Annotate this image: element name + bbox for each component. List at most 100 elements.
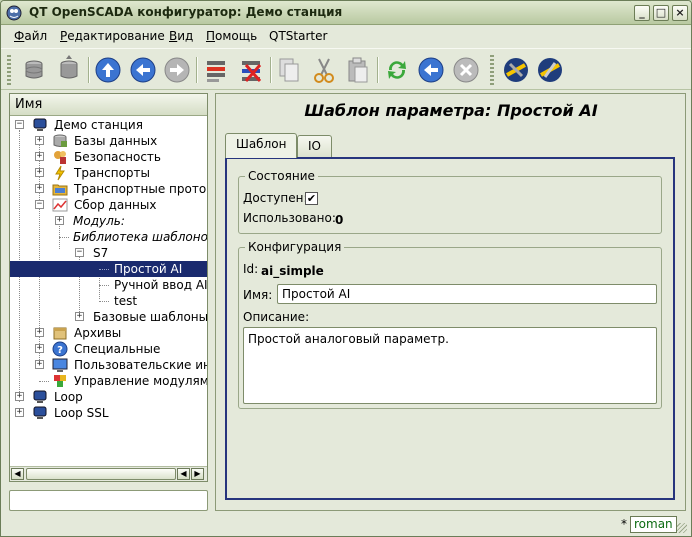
copy-icon[interactable] xyxy=(274,55,304,85)
qtcfg-icon[interactable] xyxy=(501,55,531,85)
add-item-icon[interactable] xyxy=(201,55,231,85)
tree-item-module-management[interactable]: Управление модулями xyxy=(10,373,207,389)
main-window: QT OpenSCADA конфигуратор: Демо станция … xyxy=(0,0,692,537)
current-user[interactable]: roman xyxy=(630,516,677,533)
tree-item-label: Пользовательские инт xyxy=(74,358,207,372)
tree-horizontal-scrollbar[interactable]: ◀ ◀ ▶ xyxy=(10,466,207,481)
scroll-left-icon[interactable]: ◀ xyxy=(11,468,24,480)
db-save-icon[interactable] xyxy=(54,55,84,85)
maximize-button[interactable]: □ xyxy=(653,5,669,21)
expand-toggle[interactable]: + xyxy=(35,184,44,193)
tree-item-security[interactable]: + Безопасность xyxy=(10,149,207,165)
scroll-thumb[interactable] xyxy=(26,468,176,480)
scroll-right-icon[interactable]: ▶ xyxy=(191,468,204,480)
tree-item-databases[interactable]: + Базы данных xyxy=(10,133,207,149)
used-value: 0 xyxy=(335,213,344,227)
expand-toggle[interactable]: + xyxy=(55,216,64,225)
tree-item-loop[interactable]: + Loop xyxy=(10,389,207,405)
expand-toggle[interactable]: + xyxy=(35,168,44,177)
forward-icon[interactable] xyxy=(162,55,192,85)
refresh-icon[interactable] xyxy=(382,55,412,85)
menu-file[interactable]: Файл xyxy=(14,29,47,43)
start-icon[interactable] xyxy=(416,55,446,85)
tree-item-label: Базы данных xyxy=(74,134,158,148)
back-icon[interactable] xyxy=(128,55,158,85)
state-groupbox: Состояние Доступен: ✔ Использовано: 0 xyxy=(238,169,662,234)
cut-icon[interactable] xyxy=(309,55,339,85)
tree-item-archives[interactable]: + Архивы xyxy=(10,325,207,341)
db-load-icon[interactable] xyxy=(19,55,49,85)
tree-item-template-library[interactable]: Библиотека шаблонов xyxy=(10,229,207,245)
menu-view-label: ид xyxy=(177,29,194,43)
expand-toggle[interactable]: + xyxy=(35,344,44,353)
name-input[interactable]: Простой AI xyxy=(277,284,657,304)
tree-item-label: test xyxy=(114,294,138,308)
openscada-app-icon xyxy=(6,5,22,21)
collapse-toggle[interactable]: − xyxy=(75,248,84,257)
uiprop-icon[interactable] xyxy=(535,55,565,85)
up-icon[interactable] xyxy=(93,55,123,85)
tree-item-loop-ssl[interactable]: + Loop SSL xyxy=(10,405,207,421)
description-textarea[interactable]: Простой аналоговый параметр. xyxy=(243,327,657,404)
enabled-checkbox[interactable]: ✔ xyxy=(305,192,318,205)
resize-grip-icon[interactable] xyxy=(677,523,687,533)
svg-text:?: ? xyxy=(57,345,63,356)
tree-item-simple-ai[interactable]: Простой AI xyxy=(10,261,207,277)
tree-item-label: Библиотека шаблонов xyxy=(73,230,207,244)
tree-item-test[interactable]: test xyxy=(10,293,207,309)
tree-item-user-interfaces[interactable]: + Пользовательские инт xyxy=(10,357,207,373)
database-icon xyxy=(53,134,67,147)
security-icon xyxy=(54,151,66,164)
tab-io[interactable]: IO xyxy=(297,135,332,157)
tree-item-transports[interactable]: + Транспорты xyxy=(10,165,207,181)
title-bar[interactable]: QT OpenSCADA конфигуратор: Демо станция … xyxy=(1,1,691,25)
monitor-icon xyxy=(52,358,68,372)
tree-item-demo-station[interactable]: − Демо станция xyxy=(10,117,207,133)
scroll-left-icon[interactable]: ◀ xyxy=(177,468,190,480)
navigation-tree[interactable]: − Демо станция + Базы данных + Безопасно… xyxy=(10,117,207,462)
expand-toggle[interactable]: + xyxy=(35,328,44,337)
collapse-toggle[interactable]: − xyxy=(15,120,24,129)
help-icon: ? xyxy=(52,341,68,357)
tab-template-content: Состояние Доступен: ✔ Использовано: 0 Ко… xyxy=(225,157,675,500)
tree-guide-line xyxy=(99,301,109,302)
tree-guide-line xyxy=(99,285,109,286)
tree-item-data-acquisition[interactable]: − Сбор данных xyxy=(10,197,207,213)
tree-guide-line xyxy=(39,381,49,382)
tab-template[interactable]: Шаблон xyxy=(225,133,298,158)
expand-toggle[interactable]: + xyxy=(75,312,84,321)
config-groupbox: Конфигурация Id: ai_simple Имя: Простой … xyxy=(238,240,662,409)
tree-item-module[interactable]: + Модуль: xyxy=(10,213,207,229)
tree-guide-line xyxy=(99,269,109,270)
tree-item-transport-protocols[interactable]: + Транспортные протоко xyxy=(10,181,207,197)
menu-view[interactable]: Вид xyxy=(169,29,193,43)
paste-icon[interactable] xyxy=(343,55,373,85)
expand-toggle[interactable]: + xyxy=(15,392,24,401)
close-button[interactable]: × xyxy=(672,5,688,21)
toolbar-separator xyxy=(88,57,90,83)
tree-filter-input[interactable] xyxy=(9,490,208,511)
tree-column-header[interactable]: Имя xyxy=(10,94,207,116)
menu-help-label: омощь xyxy=(215,29,258,43)
toolbar-grip[interactable] xyxy=(7,55,11,85)
tree-guide-line xyxy=(59,237,69,238)
tree-item-base-templates[interactable]: + Базовые шаблоны xyxy=(10,309,207,325)
computer-icon xyxy=(33,406,47,419)
menu-qtstarter[interactable]: QTStarter xyxy=(269,29,327,43)
tree-item-s7[interactable]: − S7 xyxy=(10,245,207,261)
stop-icon[interactable] xyxy=(451,55,481,85)
expand-toggle[interactable]: + xyxy=(35,152,44,161)
content-panel: Шаблон параметра: Простой AI Шаблон IO С… xyxy=(215,93,686,511)
collapse-toggle[interactable]: − xyxy=(35,200,44,209)
menu-edit-label: едактирование xyxy=(67,29,165,43)
tree-item-manual-input-ai[interactable]: Ручной ввод AI xyxy=(10,277,207,293)
menu-help[interactable]: Помощь xyxy=(206,29,257,43)
expand-toggle[interactable]: + xyxy=(35,136,44,145)
expand-toggle[interactable]: + xyxy=(15,408,24,417)
minimize-button[interactable]: _ xyxy=(634,5,650,21)
toolbar-grip[interactable] xyxy=(490,55,494,85)
expand-toggle[interactable]: + xyxy=(35,360,44,369)
menu-edit[interactable]: Редактирование xyxy=(60,29,165,43)
delete-item-icon[interactable] xyxy=(236,55,266,85)
tree-item-specials[interactable]: + ? Специальные xyxy=(10,341,207,357)
